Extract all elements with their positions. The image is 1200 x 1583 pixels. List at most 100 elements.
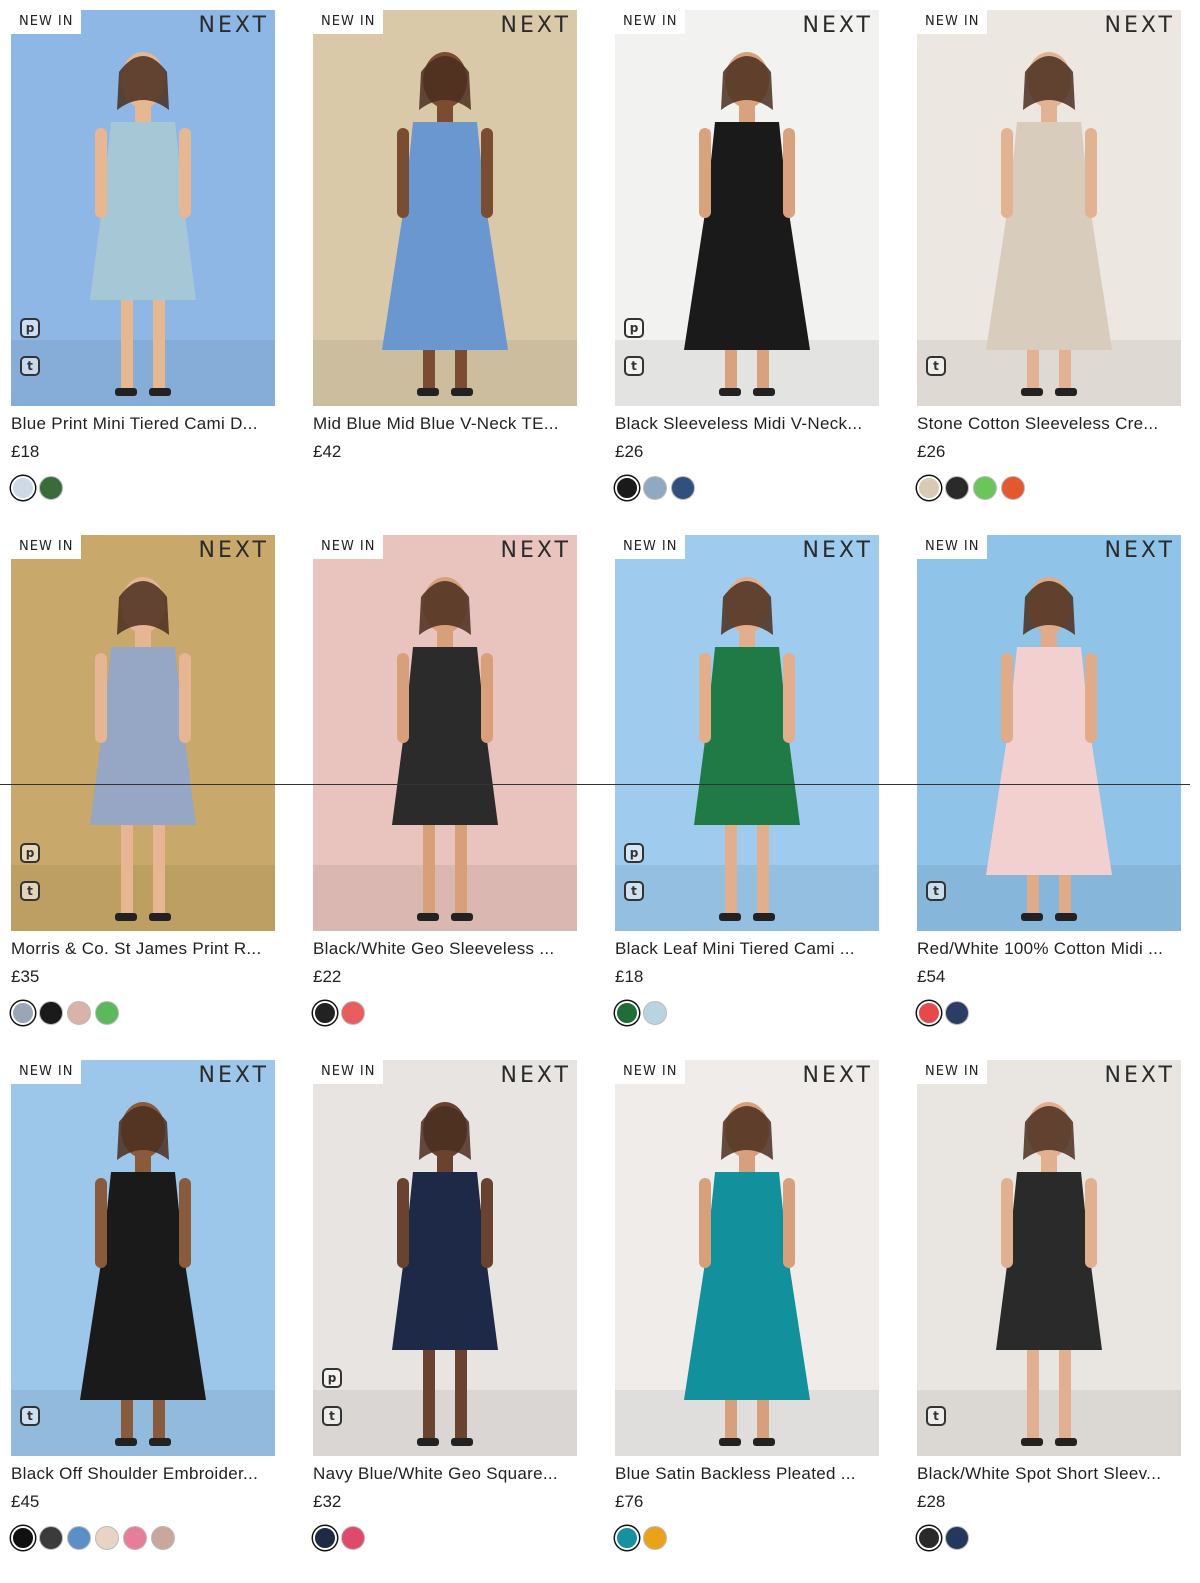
product-title[interactable]: Black Leaf Mini Tiered Cami ... (615, 939, 879, 959)
colour-swatch[interactable] (615, 1001, 639, 1025)
product-title[interactable]: Black/White Geo Sleeveless ... (313, 939, 577, 959)
new-in-badge: NEW IN (313, 10, 384, 34)
colour-swatches (917, 1526, 969, 1554)
product-card[interactable]: NEW IN NEXT p t Blue Print Mini Tiered Cami … (11, 10, 275, 510)
product-card[interactable]: NEW IN NEXT p t Navy Blue/White Geo Square..… (313, 1060, 577, 1560)
product-title[interactable]: Black/White Spot Short Sleev... (917, 1464, 1181, 1484)
product-card[interactable]: NEW IN NEXT t Stone Cotton Sleeveless Cre..… (917, 10, 1181, 510)
tag-icon: t (926, 1406, 946, 1426)
colour-swatch[interactable] (615, 476, 639, 500)
colour-swatch[interactable] (643, 1001, 667, 1025)
colour-swatch[interactable] (945, 476, 969, 500)
product-card[interactable]: NEW IN NEXT t Red/White 100% Cotton Midi ..… (917, 535, 1181, 1035)
new-in-badge: NEW IN (11, 1060, 82, 1084)
product-card[interactable]: NEW IN NEXT t Black/White Spot Short Sleev.… (917, 1060, 1181, 1560)
product-image[interactable]: NEW IN NEXT p t (11, 10, 275, 406)
product-image[interactable]: NEW IN NEXT t (11, 1060, 275, 1456)
colour-swatch[interactable] (671, 476, 695, 500)
colour-swatch[interactable] (39, 1526, 63, 1550)
product-photo-illustration (11, 1060, 275, 1456)
product-image[interactable]: NEW IN NEXT p t (313, 1060, 577, 1456)
pay-later-icon: p (20, 318, 40, 338)
colour-swatch[interactable] (11, 476, 35, 500)
product-card[interactable]: NEW IN NEXT p t Black Sleeveless Midi V-Neck… (615, 10, 879, 510)
colour-swatch[interactable] (615, 1526, 639, 1550)
product-price: £54 (917, 967, 946, 986)
product-card[interactable]: NEW IN NEXT Blue Satin Backless Pleated ..… (615, 1060, 879, 1560)
product-image[interactable]: NEW IN NEXT t (917, 535, 1181, 931)
product-image[interactable]: NEW IN NEXT p t (11, 535, 275, 931)
new-in-badge: NEW IN (11, 10, 82, 34)
brand-logo: NEXT (500, 1063, 571, 1088)
brand-logo: NEXT (802, 1063, 873, 1088)
brand-logo: NEXT (198, 538, 269, 563)
colour-swatch[interactable] (917, 1001, 941, 1025)
product-title[interactable]: Black Sleeveless Midi V-Neck... (615, 414, 879, 434)
colour-swatch[interactable] (95, 1526, 119, 1550)
product-card[interactable]: NEW IN NEXT Mid Blue Mid Blue V-Neck TE...… (313, 10, 577, 510)
colour-swatch[interactable] (945, 1526, 969, 1550)
pay-later-icon: p (20, 843, 40, 863)
colour-swatch[interactable] (67, 1526, 91, 1550)
colour-swatch[interactable] (67, 1001, 91, 1025)
colour-swatches (615, 1001, 667, 1029)
product-image[interactable]: NEW IN NEXT (313, 10, 577, 406)
colour-swatch[interactable] (11, 1526, 35, 1550)
product-title[interactable]: Blue Print Mini Tiered Cami D... (11, 414, 275, 434)
product-title[interactable]: Morris & Co. St James Print R... (11, 939, 275, 959)
colour-swatches (11, 476, 63, 504)
colour-swatch[interactable] (39, 1001, 63, 1025)
product-title[interactable]: Black Off Shoulder Embroider... (11, 1464, 275, 1484)
product-image[interactable]: NEW IN NEXT t (917, 10, 1181, 406)
colour-swatch[interactable] (945, 1001, 969, 1025)
product-title[interactable]: Navy Blue/White Geo Square... (313, 1464, 577, 1484)
brand-logo: NEXT (198, 13, 269, 38)
new-in-badge: NEW IN (313, 1060, 384, 1084)
product-title[interactable]: Mid Blue Mid Blue V-Neck TE... (313, 414, 577, 434)
product-title[interactable]: Red/White 100% Cotton Midi ... (917, 939, 1181, 959)
colour-swatch[interactable] (313, 1001, 337, 1025)
colour-swatches (313, 1001, 365, 1029)
product-image[interactable]: NEW IN NEXT t (917, 1060, 1181, 1456)
brand-logo: NEXT (1104, 13, 1175, 38)
tag-icon: t (20, 1406, 40, 1426)
product-title[interactable]: Stone Cotton Sleeveless Cre... (917, 414, 1181, 434)
tag-icon: t (624, 881, 644, 901)
colour-swatch[interactable] (123, 1526, 147, 1550)
colour-swatch[interactable] (917, 1526, 941, 1550)
product-title[interactable]: Blue Satin Backless Pleated ... (615, 1464, 879, 1484)
colour-swatch[interactable] (973, 476, 997, 500)
product-card[interactable]: NEW IN NEXT t Black Off Shoulder Embroider.… (11, 1060, 275, 1560)
colour-swatch[interactable] (643, 476, 667, 500)
colour-swatch[interactable] (917, 476, 941, 500)
product-card[interactable]: NEW IN NEXT p t Morris & Co. St James Print … (11, 535, 275, 1035)
new-in-badge: NEW IN (615, 535, 686, 559)
colour-swatch[interactable] (95, 1001, 119, 1025)
product-price: £45 (11, 1492, 40, 1511)
colour-swatch[interactable] (11, 1001, 35, 1025)
tag-icon: t (624, 356, 644, 376)
product-grid: NEW IN NEXT p t Blue Print Mini Tiered Cami … (0, 0, 1200, 1583)
product-card[interactable]: NEW IN NEXT p t Black Leaf Mini Tiered Cami … (615, 535, 879, 1035)
product-price: £18 (615, 967, 644, 986)
brand-logo: NEXT (198, 1063, 269, 1088)
product-image[interactable]: NEW IN NEXT p t (615, 10, 879, 406)
product-price: £32 (313, 1492, 342, 1511)
product-card[interactable]: NEW IN NEXT Black/White Geo Sleeveless ...… (313, 535, 577, 1035)
colour-swatch[interactable] (341, 1526, 365, 1550)
colour-swatch[interactable] (341, 1001, 365, 1025)
colour-swatches (917, 476, 1025, 504)
product-image[interactable]: NEW IN NEXT (615, 1060, 879, 1456)
product-image[interactable]: NEW IN NEXT p t (615, 535, 879, 931)
colour-swatch[interactable] (39, 476, 63, 500)
colour-swatch[interactable] (151, 1526, 175, 1550)
brand-logo: NEXT (1104, 538, 1175, 563)
colour-swatch[interactable] (1001, 476, 1025, 500)
new-in-badge: NEW IN (615, 1060, 686, 1084)
colour-swatch[interactable] (643, 1526, 667, 1550)
new-in-badge: NEW IN (917, 10, 988, 34)
colour-swatch[interactable] (313, 1526, 337, 1550)
colour-swatches (615, 1526, 667, 1554)
new-in-badge: NEW IN (917, 1060, 988, 1084)
product-image[interactable]: NEW IN NEXT (313, 535, 577, 931)
